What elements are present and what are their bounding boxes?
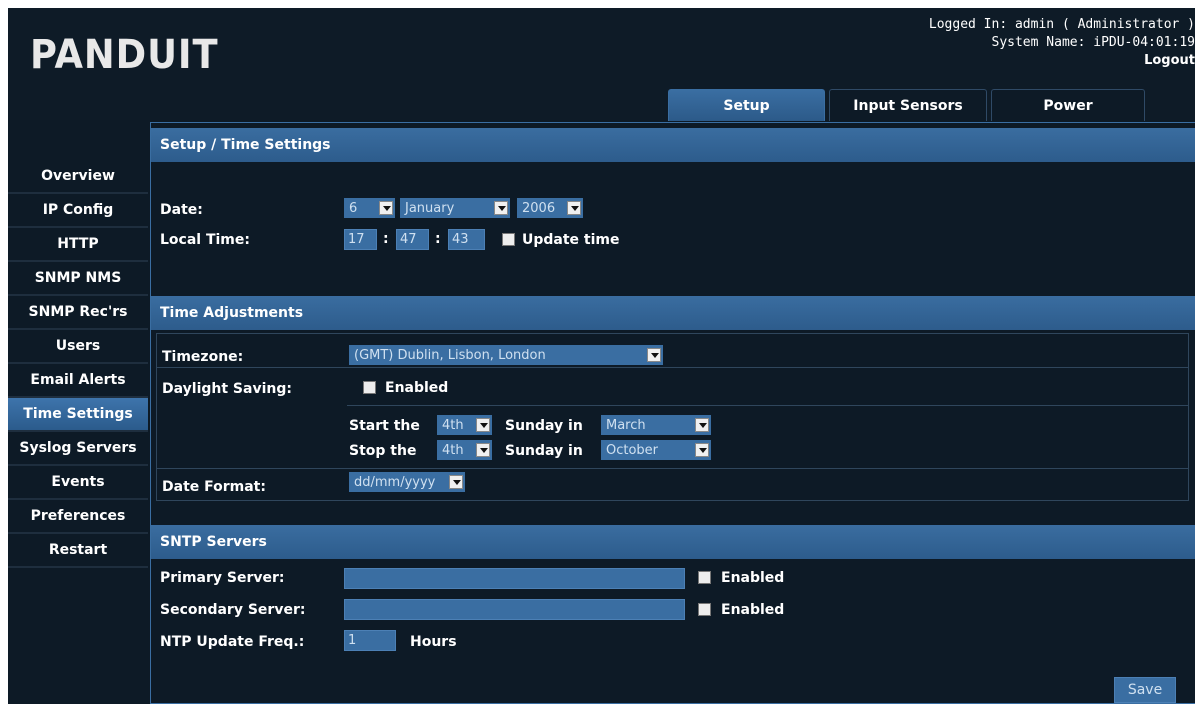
- timezone-select[interactable]: (GMT) Dublin, Lisbon, London: [349, 345, 663, 365]
- minute-input[interactable]: 47: [396, 229, 429, 250]
- local-time-label: Local Time:: [160, 232, 250, 248]
- sidebar-item-users[interactable]: Users: [8, 330, 148, 364]
- start-day-label: Sunday in: [505, 418, 583, 434]
- stop-day-label: Sunday in: [505, 443, 583, 459]
- day-select[interactable]: 6: [344, 198, 395, 218]
- dst-enabled-label: Enabled: [385, 380, 449, 396]
- logout-link[interactable]: Logout: [929, 52, 1195, 70]
- sidebar: Overview IP Config HTTP SNMP NMS SNMP Re…: [8, 160, 148, 568]
- chevron-down-icon: [695, 443, 709, 457]
- start-month-select[interactable]: March: [601, 415, 711, 435]
- update-time-checkbox[interactable]: [502, 233, 515, 246]
- start-week-select[interactable]: 4th: [437, 415, 492, 435]
- chevron-down-icon: [476, 418, 490, 432]
- hour-input[interactable]: 17: [344, 229, 377, 250]
- section-title-time-settings: Setup / Time Settings: [151, 128, 1195, 162]
- sidebar-item-restart[interactable]: Restart: [8, 534, 148, 568]
- second-input[interactable]: 43: [448, 229, 485, 250]
- chevron-down-icon: [476, 443, 490, 457]
- primary-enabled-checkbox[interactable]: [698, 571, 711, 584]
- sidebar-item-preferences[interactable]: Preferences: [8, 500, 148, 534]
- app-frame: PANDUIT Logged In: admin ( Administrator…: [8, 8, 1195, 704]
- login-info: Logged In: admin ( Administrator ) Syste…: [929, 16, 1195, 70]
- chevron-down-icon: [695, 418, 709, 432]
- sidebar-item-email-alerts[interactable]: Email Alerts: [8, 364, 148, 398]
- section-title-sntp-servers: SNTP Servers: [151, 525, 1195, 559]
- daylight-saving-label: Daylight Saving:: [162, 381, 292, 397]
- secondary-enabled-checkbox[interactable]: [698, 603, 711, 616]
- tab-setup[interactable]: Setup: [668, 89, 825, 121]
- date-label: Date:: [160, 202, 203, 218]
- day-value: 6: [349, 200, 358, 216]
- header: PANDUIT Logged In: admin ( Administrator…: [8, 8, 1195, 121]
- chevron-down-icon: [494, 201, 508, 215]
- date-format-label: Date Format:: [162, 479, 266, 495]
- chevron-down-icon: [567, 201, 581, 215]
- primary-server-label: Primary Server:: [160, 570, 285, 586]
- main-panel: Setup / Time Settings Date: 6 January 20…: [150, 122, 1195, 704]
- ntp-freq-unit: Hours: [410, 634, 457, 650]
- month-select[interactable]: January: [400, 198, 510, 218]
- time-separator: :: [383, 231, 389, 247]
- stop-label: Stop the: [349, 443, 417, 459]
- sidebar-item-syslog-servers[interactable]: Syslog Servers: [8, 432, 148, 466]
- stop-month-select[interactable]: October: [601, 440, 711, 460]
- row-divider: [157, 367, 1188, 368]
- sidebar-item-http[interactable]: HTTP: [8, 228, 148, 262]
- ntp-freq-label: NTP Update Freq.:: [160, 634, 305, 650]
- month-value: January: [405, 200, 455, 216]
- tab-input-sensors[interactable]: Input Sensors: [829, 89, 987, 121]
- sidebar-item-events[interactable]: Events: [8, 466, 148, 500]
- start-label: Start the: [349, 418, 420, 434]
- year-select[interactable]: 2006: [517, 198, 583, 218]
- row-divider: [347, 405, 1188, 406]
- start-month-value: March: [606, 417, 646, 433]
- start-week-value: 4th: [442, 417, 464, 433]
- stop-week-value: 4th: [442, 442, 464, 458]
- date-format-select[interactable]: dd/mm/yyyy: [349, 472, 465, 492]
- ntp-freq-input[interactable]: 1: [344, 630, 396, 651]
- stop-week-select[interactable]: 4th: [437, 440, 492, 460]
- sidebar-item-overview[interactable]: Overview: [8, 160, 148, 194]
- sidebar-item-time-settings[interactable]: Time Settings: [8, 398, 148, 432]
- row-divider: [157, 468, 1188, 469]
- update-time-label: Update time: [522, 232, 620, 248]
- timezone-value: (GMT) Dublin, Lisbon, London: [354, 347, 546, 363]
- secondary-server-label: Secondary Server:: [160, 602, 306, 618]
- sidebar-item-ip-config[interactable]: IP Config: [8, 194, 148, 228]
- primary-server-input[interactable]: [344, 568, 685, 589]
- logged-in-text: Logged In: admin ( Administrator ): [928, 17, 1195, 32]
- year-value: 2006: [522, 200, 556, 216]
- stop-month-value: October: [606, 442, 659, 458]
- section-title-time-adjustments: Time Adjustments: [151, 296, 1195, 330]
- chevron-down-icon: [449, 475, 463, 489]
- chevron-down-icon: [647, 348, 661, 362]
- secondary-server-input[interactable]: [344, 599, 685, 620]
- timezone-label: Timezone:: [162, 349, 244, 365]
- sidebar-item-snmp-nms[interactable]: SNMP NMS: [8, 262, 148, 296]
- secondary-enabled-label: Enabled: [721, 602, 785, 618]
- system-name-text: System Name: iPDU-04:01:19: [991, 35, 1195, 50]
- dst-enabled-checkbox[interactable]: [363, 381, 376, 394]
- save-button[interactable]: Save: [1114, 677, 1176, 703]
- top-tabs: Setup Input Sensors Power: [668, 89, 1149, 121]
- chevron-down-icon: [379, 201, 393, 215]
- sidebar-item-snmp-receivers[interactable]: SNMP Rec'rs: [8, 296, 148, 330]
- time-separator: :: [435, 231, 441, 247]
- date-format-value: dd/mm/yyyy: [354, 474, 436, 490]
- primary-enabled-label: Enabled: [721, 570, 785, 586]
- panduit-logo: PANDUIT: [30, 32, 219, 78]
- tab-power[interactable]: Power: [991, 89, 1145, 121]
